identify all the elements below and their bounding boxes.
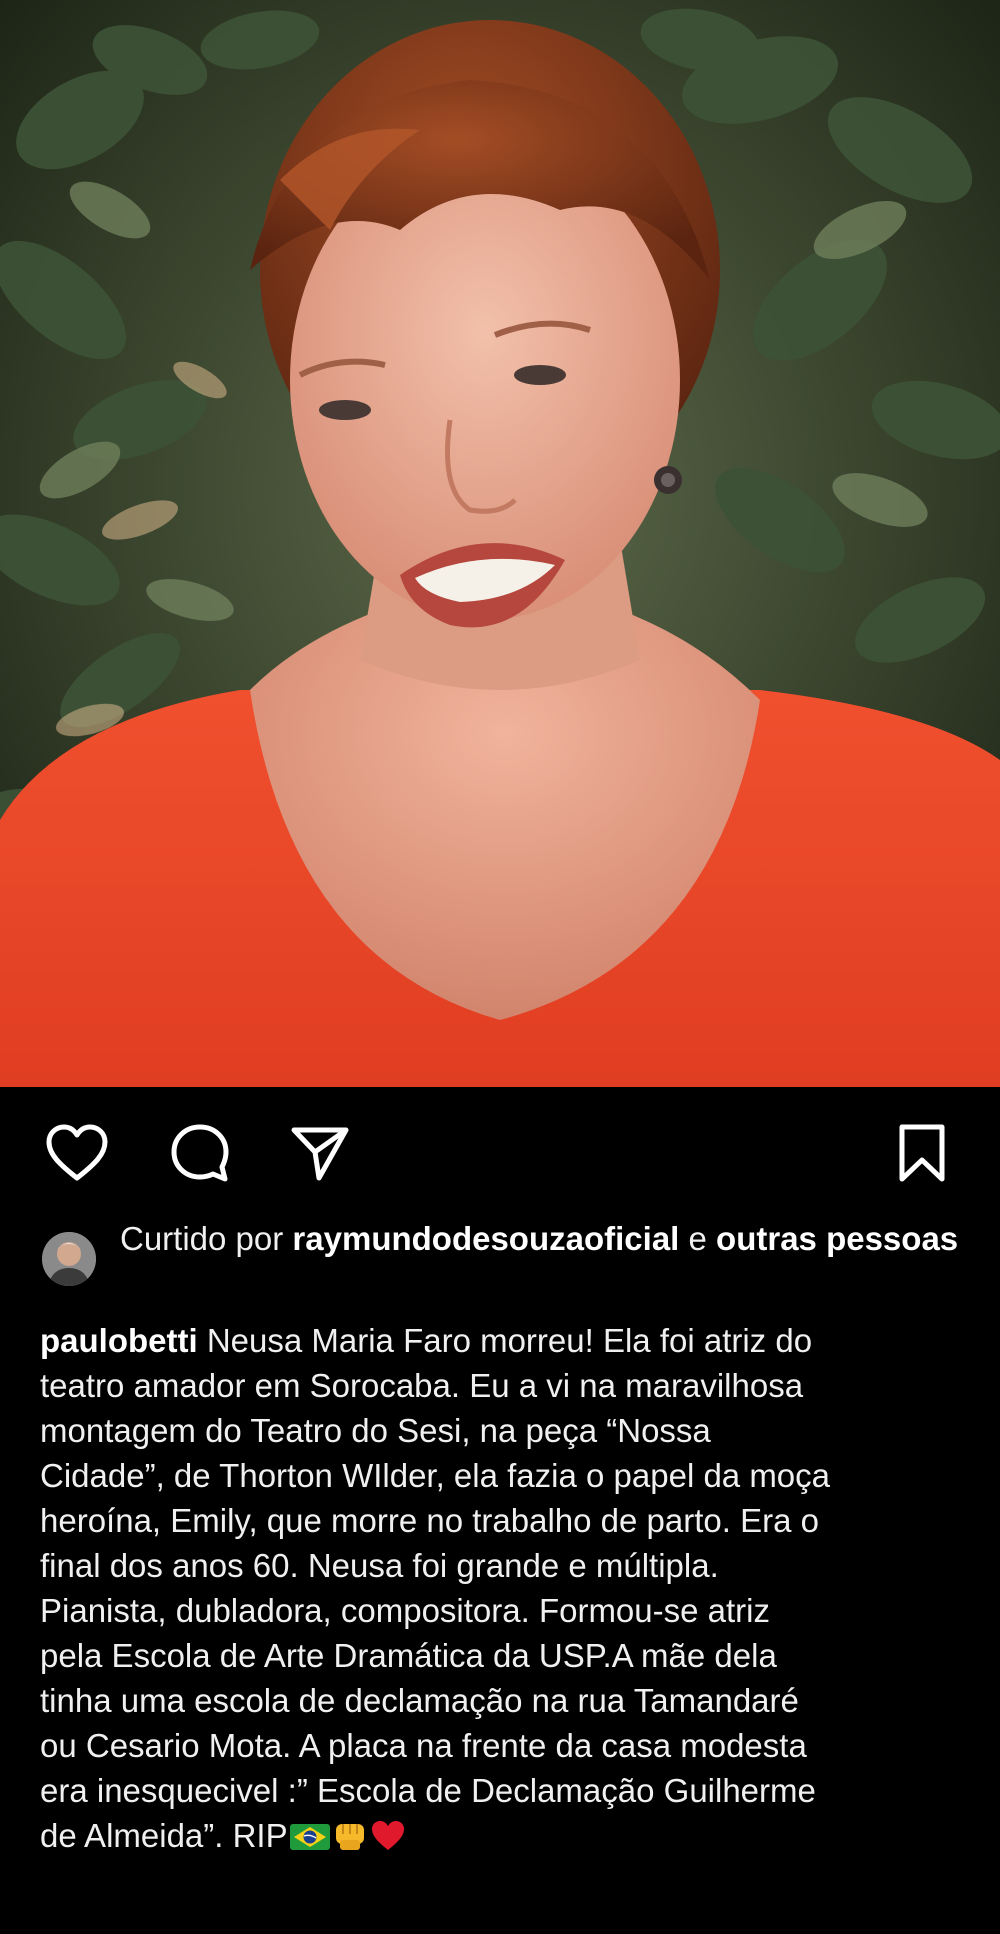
fist-icon: [332, 1818, 368, 1863]
comment-bubble-icon[interactable]: [166, 1119, 234, 1187]
post-caption: paulobetti Neusa Maria Faro morreu! Ela …: [40, 1318, 970, 1858]
caption-line: montagem do Teatro do Sesi, na peça “Nos…: [40, 1412, 711, 1449]
post-photo[interactable]: [0, 0, 1000, 1087]
caption-line: de Almeida”. RIP: [40, 1813, 970, 1858]
other-likers-link[interactable]: outras pessoas: [716, 1220, 958, 1257]
liked-by-prefix: Curtido por: [120, 1220, 293, 1257]
caption-line: Cidade”, de Thorton WIlder, ela fazia o …: [40, 1457, 831, 1494]
caption-line: paulobetti Neusa Maria Faro morreu! Ela …: [40, 1318, 970, 1363]
caption-line: heroína, Emily, que morre no trabalho de…: [40, 1502, 819, 1539]
caption-line: teatro amador em Sorocaba. Eu a vi na ma…: [40, 1367, 804, 1404]
caption-last-line: de Almeida”. RIP: [40, 1817, 288, 1854]
share-paper-plane-icon[interactable]: [286, 1119, 354, 1187]
flag-brazil-icon: [289, 1818, 330, 1863]
like-heart-icon[interactable]: [43, 1119, 111, 1187]
post-action-bar: [0, 1087, 1000, 1212]
liked-by-row: Curtido por raymundodesouzaoficial e out…: [0, 1212, 1000, 1310]
caption-text: Neusa Maria Faro morreu! Ela foi atriz d…: [197, 1322, 813, 1359]
caption-line: ou Cesario Mota. A placa na frente da ca…: [40, 1727, 807, 1764]
liked-by-text: Curtido por raymundodesouzaoficial e out…: [120, 1216, 960, 1262]
caption-line: pela Escola de Arte Dramática da USP.A m…: [40, 1637, 777, 1674]
caption-username-link[interactable]: paulobetti: [40, 1322, 198, 1359]
caption-line: era inesquecivel :” Escola de Declamação…: [40, 1772, 816, 1809]
caption-line: tinha uma escola de declamação na rua Ta…: [40, 1682, 799, 1719]
caption-line: final dos anos 60. Neusa foi grande e mú…: [40, 1547, 719, 1584]
portrait-illustration: [0, 0, 1000, 1087]
caption-line: Pianista, dubladora, compositora. Formou…: [40, 1592, 770, 1629]
liker-username-link[interactable]: raymundodesouzaoficial: [292, 1220, 679, 1257]
red-heart-icon: [370, 1818, 406, 1863]
liker-avatar[interactable]: [42, 1232, 96, 1286]
liked-by-connector: e: [679, 1220, 717, 1257]
save-bookmark-icon[interactable]: [888, 1119, 956, 1187]
